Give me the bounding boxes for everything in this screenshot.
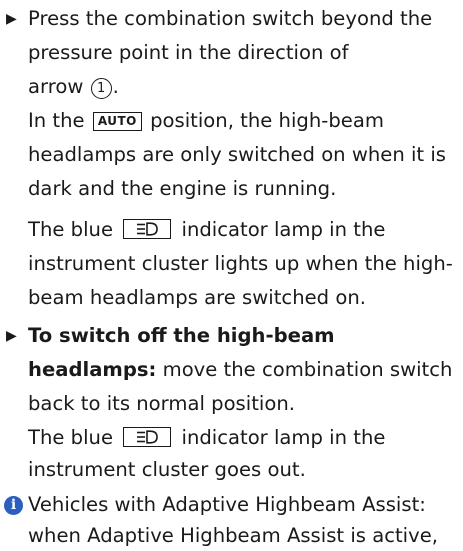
auto-text-line: dark and the engine is running. (28, 177, 337, 200)
step-arrow-line: arrow 1. (28, 72, 119, 102)
note-text-line: Vehicles with Adaptive Highbeam Assist: (28, 493, 426, 516)
blue-suffix: indicator lamp in the (175, 218, 386, 241)
circled-number-1-icon: 1 (90, 78, 112, 99)
info-icon: i (4, 496, 23, 515)
step-text-line: pressure point in the direction of (28, 41, 349, 64)
auto-suffix: position, the high-beam (143, 109, 384, 132)
switch-off-instruction: move the combination switch (156, 358, 453, 381)
blue-indicator-text: The blue indicator lamp in the (28, 215, 385, 245)
high-beam-lamp-icon (123, 219, 172, 239)
blue-prefix: The blue (28, 218, 120, 241)
switch-off-text-line: instrument cluster goes out. (28, 458, 306, 481)
step-marker-icon: ▶ (6, 11, 17, 27)
blue-prefix: The blue (28, 426, 120, 449)
auto-text: In the AUTO position, the high-beam (28, 106, 384, 136)
switch-off-heading-cont: headlamps: (28, 358, 157, 381)
blue-text-line: instrument cluster lights up when the hi… (28, 252, 453, 275)
switch-off-text-line: back to its normal position. (28, 392, 295, 415)
arrow-label: arrow (28, 75, 90, 98)
step-marker-icon: ▶ (6, 328, 17, 344)
auto-badge-icon: AUTO (92, 112, 142, 131)
step-text-line: Press the combination switch beyond the (28, 7, 433, 30)
switch-off-heading: To switch off the high-beam (28, 324, 335, 347)
blue-suffix: indicator lamp in the (175, 426, 386, 449)
manual-page: ▶ Press the combination switch beyond th… (0, 0, 463, 551)
auto-text-line: headlamps are only switched on when it i… (28, 143, 446, 166)
period: . (112, 75, 119, 98)
auto-prefix: In the (28, 109, 91, 132)
switch-off-blue-text: The blue indicator lamp in the (28, 423, 385, 453)
blue-text-line: beam headlamps are switched on. (28, 286, 366, 309)
switch-off-text: headlamps: move the combination switch (28, 355, 452, 385)
note-text-line: when Adaptive Highbeam Assist is active, (28, 524, 438, 547)
high-beam-lamp-icon (123, 427, 172, 447)
